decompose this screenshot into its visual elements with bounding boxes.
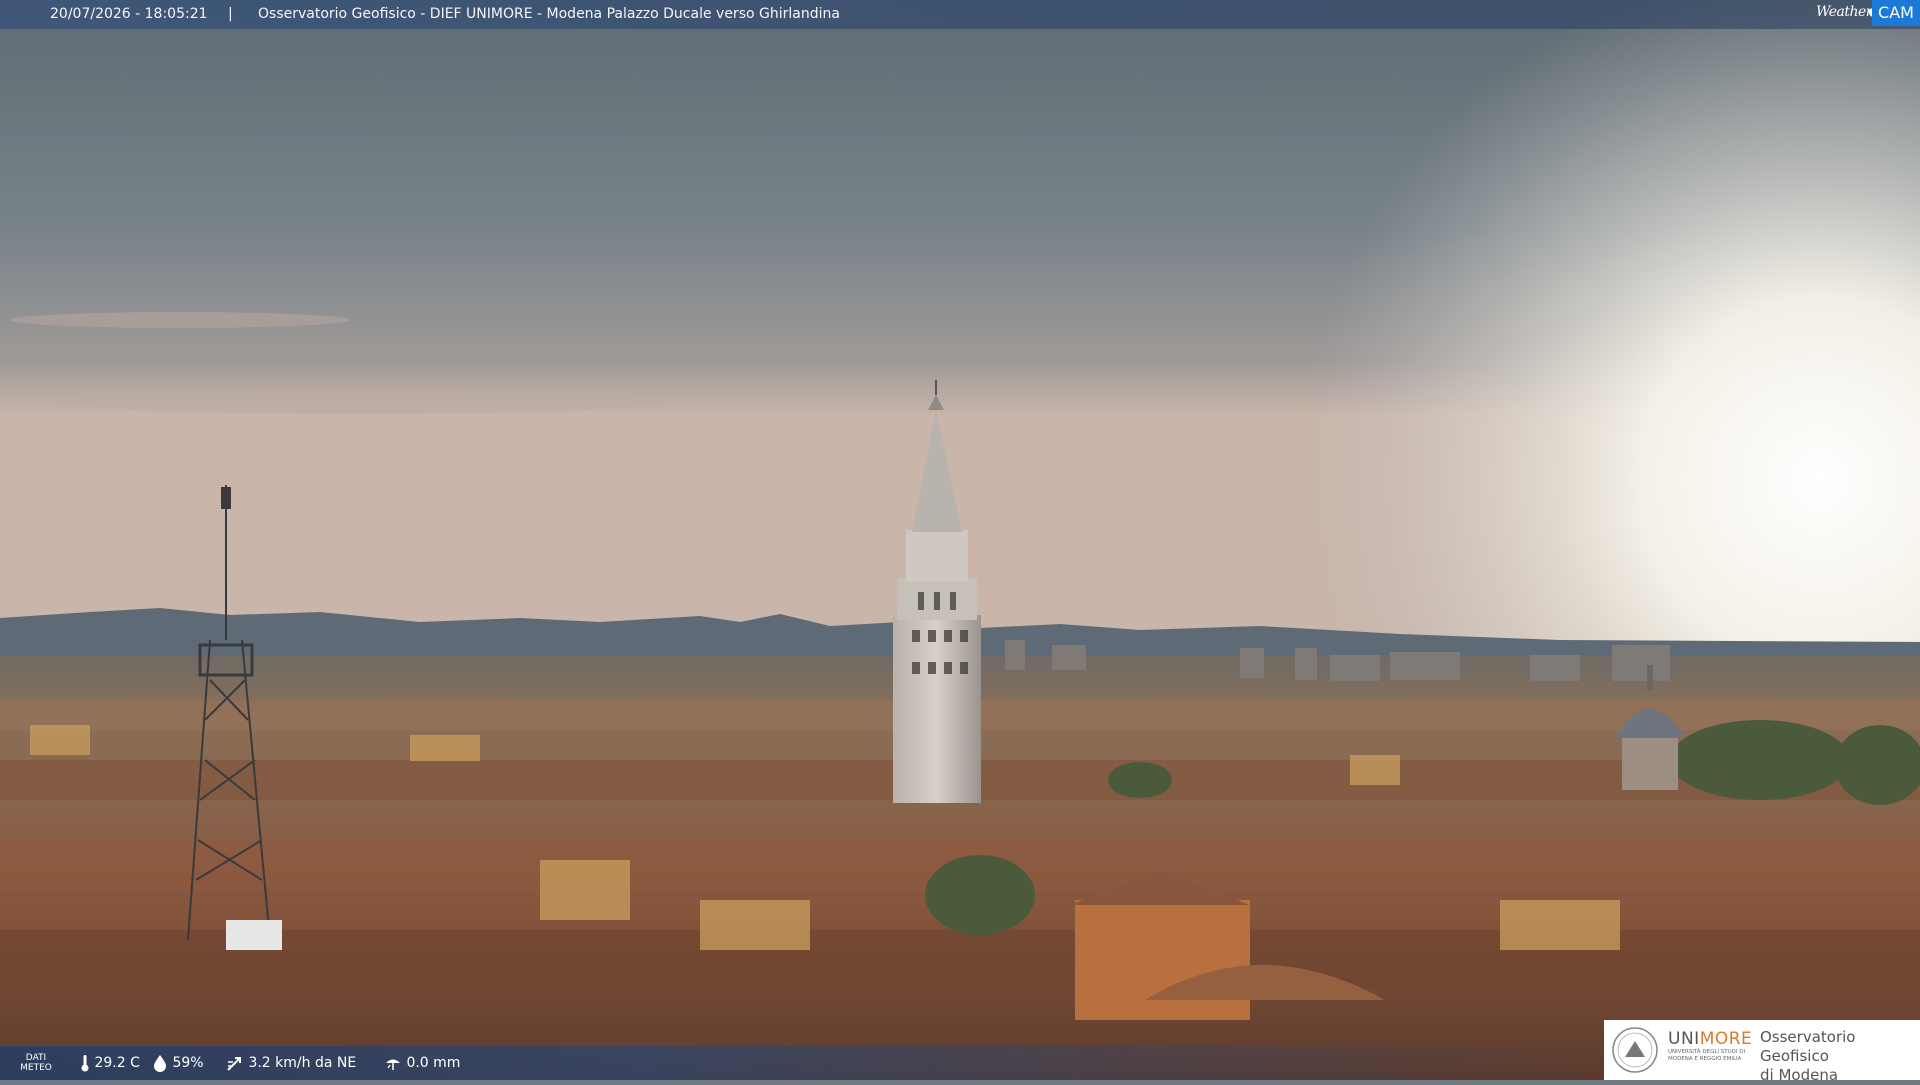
weathercam-logo-badge: CAM: [1872, 0, 1920, 26]
wind-icon: [227, 1057, 241, 1071]
meteo-label: DATI METEO: [20, 1053, 52, 1073]
humidity-value: 59%: [172, 1055, 204, 1071]
timestamp: 20/07/2026 - 18:05:21: [50, 6, 208, 22]
weathercam-logo-text: Weather: [1816, 4, 1873, 20]
university-seal-icon: [1612, 1027, 1658, 1073]
humidity-reading: 59%: [152, 1054, 204, 1072]
wind-reading: 3.2 km/h da NE: [226, 1054, 356, 1072]
webcam-scene: [0, 0, 1920, 1080]
rain-gauge-icon: [386, 1059, 400, 1070]
observatory-name: Osservatorio Geofisico di Modena: [1760, 1028, 1856, 1084]
thermometer-icon: [81, 1055, 89, 1072]
separator: |: [228, 6, 233, 22]
unimore-subtitle: UNIVERSITÀ DEGLI STUDI DI MODENA E REGGI…: [1668, 1049, 1746, 1062]
antenna-equipment-box: [226, 920, 282, 950]
weather-data-bar: DATI METEO 29.2 C 59% 3.2 km/h da NE 0.0…: [0, 1046, 1604, 1080]
bright-sky-right: [1300, 0, 1920, 660]
humidity-drop-icon: [154, 1055, 166, 1072]
camera-info-bar: 20/07/2026 - 18:05:21 | Osservatorio Geo…: [0, 0, 1920, 29]
unimore-wordmark: UNIMORE: [1668, 1029, 1753, 1049]
wind-value: 3.2 km/h da NE: [248, 1055, 357, 1071]
weathercam-logo: Weather CAM: [1816, 0, 1920, 26]
unimore-logo-panel: UNIMORE UNIVERSITÀ DEGLI STUDI DI MODENA…: [1604, 1020, 1920, 1084]
temperature-value: 29.2 C: [94, 1055, 140, 1071]
camera-title: Osservatorio Geofisico - DIEF UNIMORE - …: [258, 6, 840, 22]
rain-value: 0.0 mm: [406, 1055, 461, 1071]
temperature-reading: 29.2 C: [80, 1054, 140, 1072]
rain-reading: 0.0 mm: [384, 1054, 460, 1072]
